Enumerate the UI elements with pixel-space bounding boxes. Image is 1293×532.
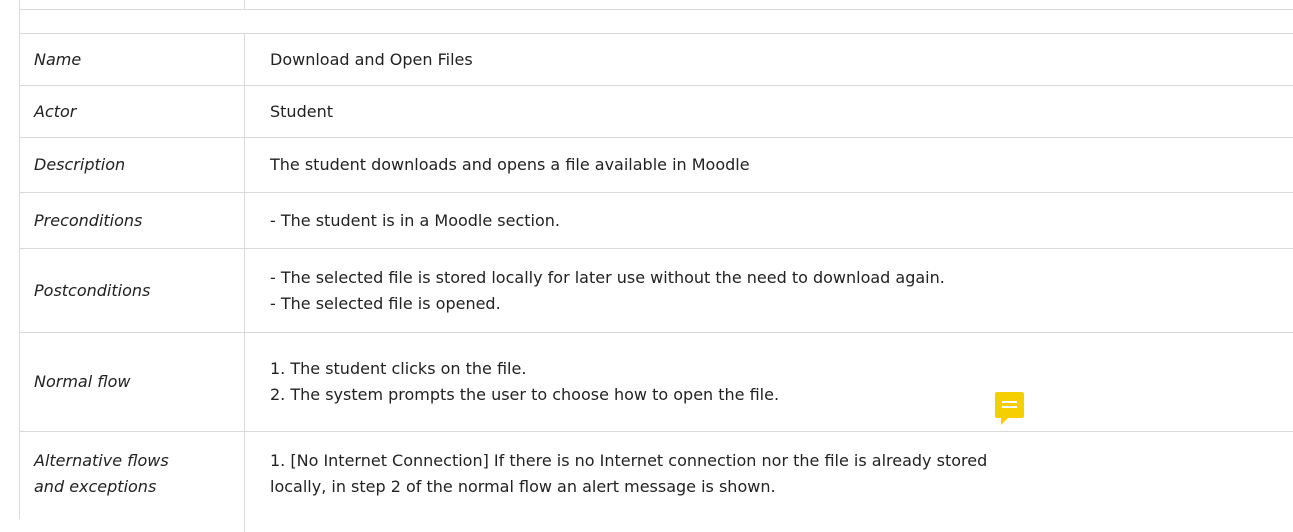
row-value: 1. [No Internet Connection] If there is … xyxy=(246,432,1293,532)
row-value-text: Download and Open Files xyxy=(270,49,473,69)
row-label-text: Description xyxy=(34,155,126,174)
row-label: Preconditions xyxy=(20,193,245,248)
table-row: Preconditions - The student is in a Mood… xyxy=(20,193,1293,249)
row-value-line: 1. The student clicks on the file. xyxy=(270,359,527,378)
row-label: Name xyxy=(20,34,245,85)
row-value-line: locally, in step 2 of the normal flow an… xyxy=(270,477,776,496)
row-value: Student xyxy=(246,86,1293,137)
table-header-label-cell xyxy=(20,0,245,9)
row-value-text: The student downloads and opens a file a… xyxy=(270,155,750,174)
row-value-line: 1. [No Internet Connection] If there is … xyxy=(270,451,988,470)
table-row: Alternative flows and exceptions 1. [No … xyxy=(20,432,1293,532)
row-value-line: 2. The system prompts the user to choose… xyxy=(270,385,780,404)
table-row: Name Download and Open Files xyxy=(20,34,1293,86)
row-label-text: Preconditions xyxy=(34,210,143,230)
row-value: - The selected file is stored locally fo… xyxy=(246,249,1293,332)
row-value: The student downloads and opens a file a… xyxy=(246,138,1293,192)
table-header-row xyxy=(20,0,1293,10)
row-label: Actor xyxy=(20,86,245,137)
table-row: Actor Student xyxy=(20,86,1293,138)
row-label-text: Name xyxy=(34,49,82,69)
row-label-line: and exceptions xyxy=(34,477,157,496)
table-spacer-row xyxy=(20,10,1293,34)
table-row: Normal flow 1. The student clicks on the… xyxy=(20,333,1293,432)
row-label-text: Normal flow xyxy=(34,372,131,391)
row-value: - The student is in a Moodle section. xyxy=(246,193,1293,248)
row-label-text: Postconditions xyxy=(34,280,151,300)
row-value-text: - The student is in a Moodle section. xyxy=(270,210,561,230)
row-value-text: Student xyxy=(270,101,333,121)
use-case-table: Name Download and Open Files Actor Stude… xyxy=(19,0,1293,532)
row-label: Normal flow xyxy=(20,333,245,431)
table-header-value-cell xyxy=(246,0,1293,9)
row-label: Description xyxy=(20,138,245,192)
table-spacer-value-cell xyxy=(246,10,1293,33)
row-value-line: - The selected file is stored locally fo… xyxy=(270,267,945,287)
row-label-line: Alternative flows xyxy=(34,451,169,470)
row-label: Alternative flows and exceptions xyxy=(20,432,245,532)
row-value: 1. The student clicks on the file. 2. Th… xyxy=(246,333,1293,431)
row-value-line: - The selected file is opened. xyxy=(270,293,501,313)
row-value: Download and Open Files xyxy=(246,34,1293,85)
table-spacer-label-cell xyxy=(20,10,245,33)
table-row: Postconditions - The selected file is st… xyxy=(20,249,1293,333)
row-label-text: Actor xyxy=(34,101,77,121)
table-row: Description The student downloads and op… xyxy=(20,138,1293,193)
row-label: Postconditions xyxy=(20,249,245,332)
comment-icon[interactable] xyxy=(995,392,1024,425)
